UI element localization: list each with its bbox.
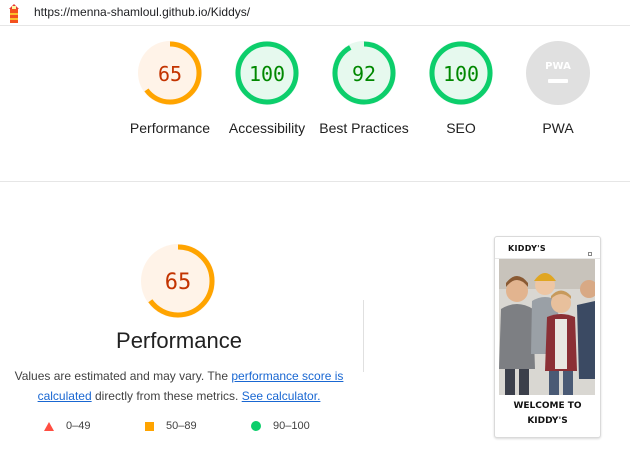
lighthouse-icon (9, 4, 19, 23)
preview-welcome-text: WELCOME TO KIDDY'S (495, 399, 600, 429)
accessibility-score: 100 (249, 62, 285, 86)
legend-pass-range: 90–100 (273, 420, 310, 432)
kids-photo (499, 259, 595, 395)
pwa-badge-icon: PWA (526, 41, 590, 105)
red-triangle-icon (44, 421, 54, 431)
seo-score: 100 (443, 62, 479, 86)
gauge-accessibility[interactable]: 100 Accessibility (217, 40, 317, 138)
gauge-performance[interactable]: 65 Performance (120, 40, 220, 138)
performance-large-score: 65 (165, 270, 192, 295)
welcome-line-1: WELCOME TO (513, 401, 582, 411)
gauge-label-seo: SEO (446, 120, 476, 136)
score-legend: 0–49 50–89 90–100 (0, 420, 358, 440)
preview-header: KIDDY'S (495, 237, 600, 259)
welcome-line-2: KIDDY'S (527, 416, 568, 426)
pwa-badge-text: PWA (545, 61, 571, 72)
gauge-best-practices[interactable]: 92 Best Practices (314, 40, 414, 138)
seo-gauge-icon: 100 (429, 41, 493, 105)
menu-icon (588, 252, 592, 256)
legend-pass: 90–100 (251, 420, 310, 432)
legend-average: 50–89 (145, 420, 197, 432)
green-circle-icon (251, 421, 261, 431)
legend-fail: 0–49 (44, 420, 90, 432)
accessibility-gauge-icon: 100 (235, 41, 299, 105)
best-practices-gauge-icon: 92 (332, 41, 396, 105)
desc-middle: directly from these metrics. (91, 389, 242, 403)
gauge-label-performance: Performance (129, 120, 211, 136)
orange-square-icon (145, 421, 154, 431)
performance-title: Performance (116, 328, 242, 353)
legend-average-range: 50–89 (166, 420, 197, 432)
report-header: https://menna-shamloul.github.io/Kiddys/ (0, 0, 630, 26)
gauge-pwa[interactable]: PWA PWA (508, 40, 608, 138)
gauge-seo[interactable]: 100 SEO (411, 40, 511, 138)
final-screenshot[interactable]: KIDDY'S WELCOME TO KIDDY'S (494, 236, 601, 438)
legend-fail-range: 0–49 (66, 420, 91, 432)
gauge-label-pwa: PWA (542, 120, 574, 136)
gauge-label-best-practices: Best Practices (319, 120, 409, 136)
performance-score: 65 (158, 62, 182, 86)
performance-description: Values are estimated and may vary. The p… (14, 366, 344, 406)
see-calculator-link[interactable]: See calculator. (242, 389, 321, 403)
desc-prefix: Values are estimated and may vary. The (14, 369, 232, 383)
vertical-separator (363, 300, 364, 372)
page-url[interactable]: https://menna-shamloul.github.io/Kiddys/ (34, 5, 250, 19)
section-divider (0, 181, 630, 182)
score-gauges: 65 Performance 100 Accessibility 92 Best… (0, 40, 630, 170)
performance-large-gauge[interactable]: 65 (140, 243, 216, 319)
best-practices-score: 92 (352, 62, 376, 86)
preview-brand: KIDDY'S (508, 244, 546, 253)
performance-gauge-icon: 65 (138, 41, 202, 105)
gauge-label-accessibility: Accessibility (228, 120, 306, 136)
